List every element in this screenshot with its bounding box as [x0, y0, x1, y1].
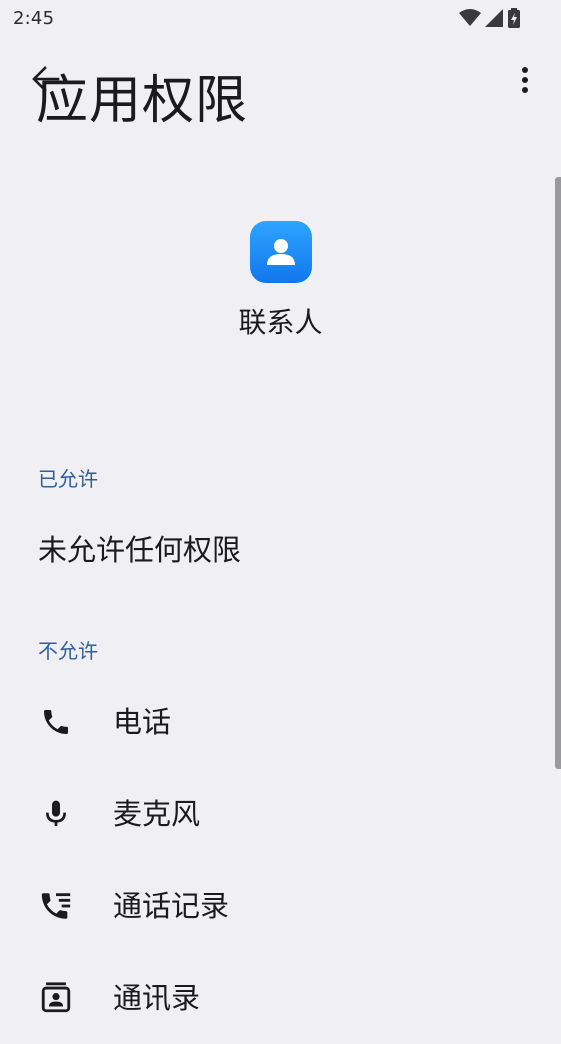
contacts-icon: [38, 980, 74, 1016]
battery-charging-icon: [507, 8, 521, 28]
contacts-app-icon: [249, 221, 312, 283]
status-icons: [459, 8, 521, 28]
permission-item-microphone[interactable]: 麦克风: [0, 768, 561, 860]
status-time: 2:45: [13, 8, 55, 29]
call-log-icon: [38, 888, 74, 924]
cell-signal-icon: [485, 9, 503, 27]
permission-item-phone[interactable]: 电话: [0, 676, 561, 768]
page-title: 应用权限: [36, 71, 249, 131]
app-header: 联系人: [0, 221, 561, 343]
phone-icon: [38, 704, 74, 740]
microphone-icon: [38, 796, 74, 832]
section-header-allowed: 已允许: [38, 467, 98, 491]
section-header-denied: 不允许: [38, 639, 98, 663]
permission-label: 通话记录: [113, 889, 230, 923]
permission-label: 通讯录: [113, 981, 201, 1015]
more-vert-icon: [521, 66, 529, 98]
permission-item-call-log[interactable]: 通话记录: [0, 860, 561, 952]
no-permissions-allowed-text: 未允许任何权限: [38, 533, 242, 567]
more-options-button[interactable]: [505, 62, 545, 102]
app-name: 联系人: [238, 306, 323, 339]
permission-label: 麦克风: [113, 797, 201, 831]
permission-item-contacts[interactable]: 通讯录: [0, 952, 561, 1044]
permission-label: 电话: [113, 705, 172, 739]
wifi-icon: [459, 9, 481, 27]
status-bar: 2:45: [0, 0, 561, 38]
